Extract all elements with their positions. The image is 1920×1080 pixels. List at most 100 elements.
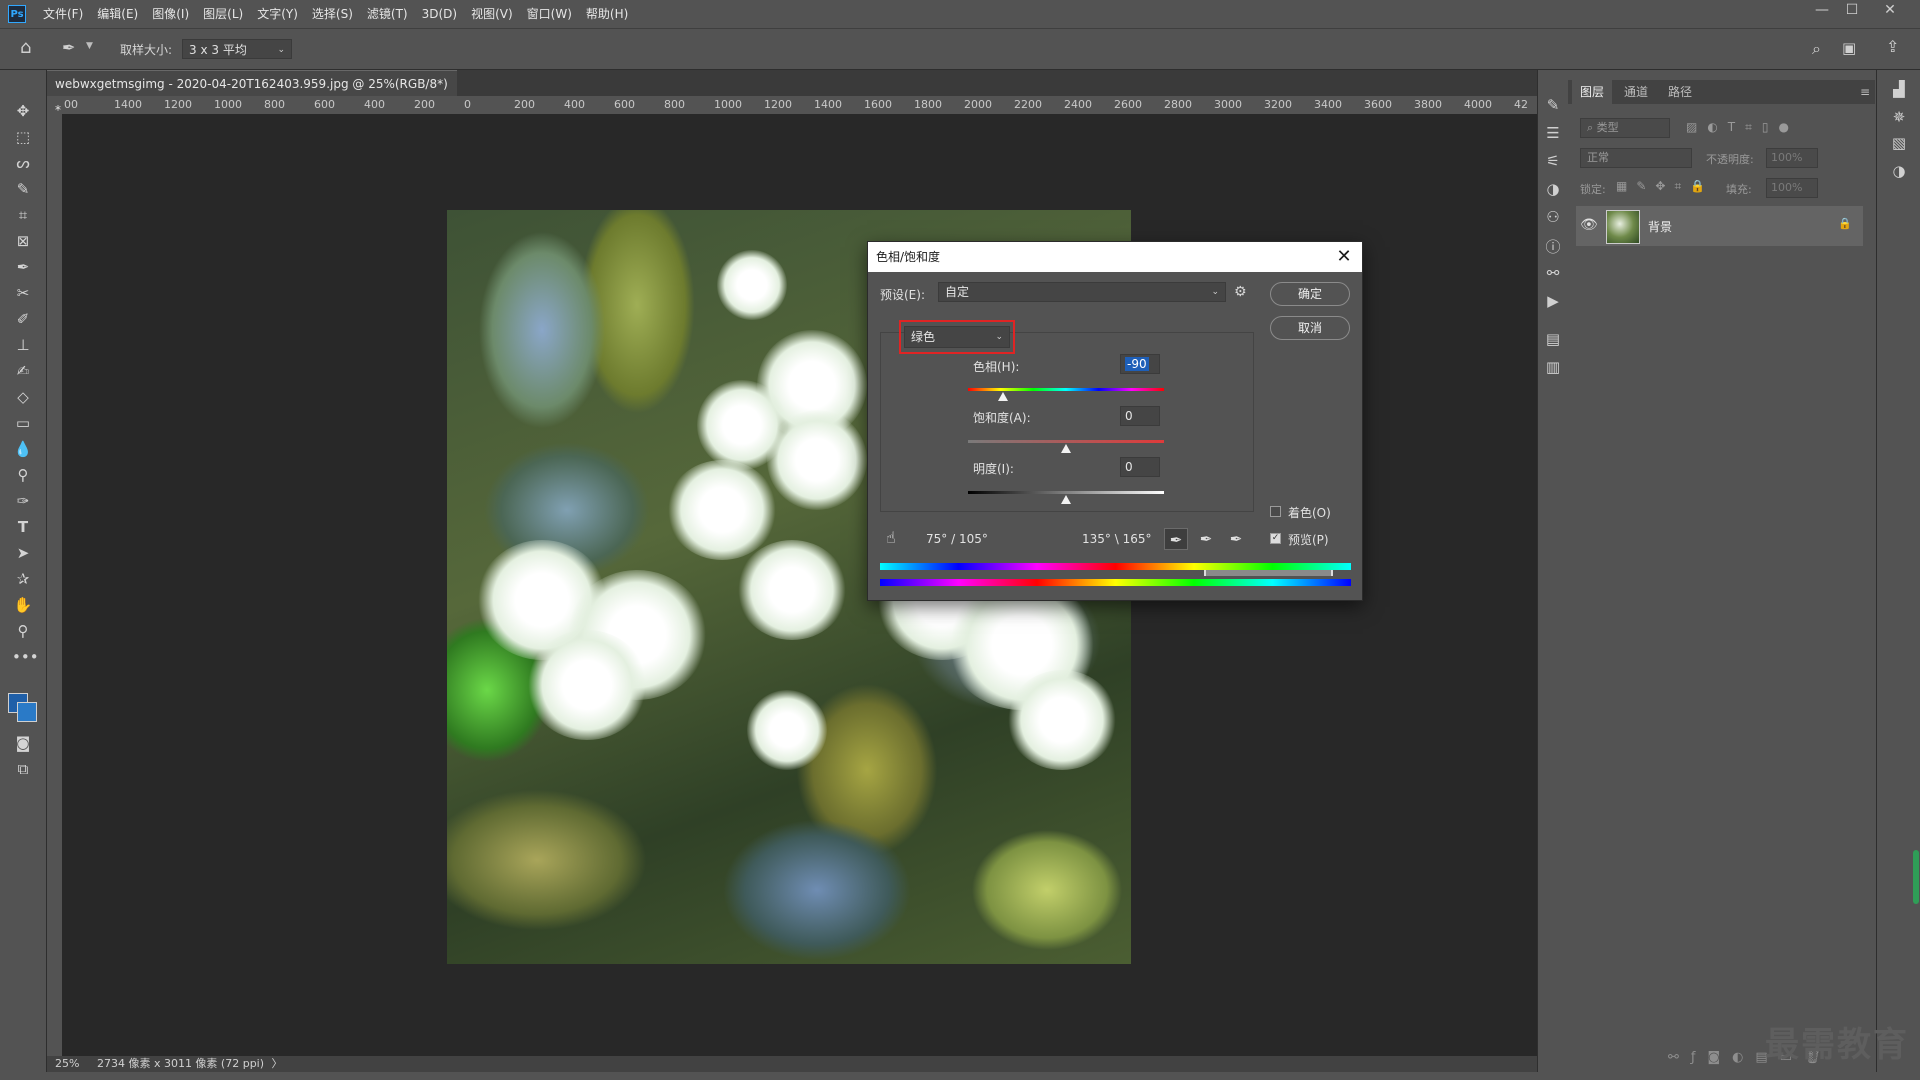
home-icon[interactable]: ⌂: [20, 37, 31, 58]
histogram-icon[interactable]: ▟: [1877, 80, 1920, 98]
gear-icon[interactable]: ⚙: [1234, 284, 1247, 300]
crop-tool-icon[interactable]: ⌗: [12, 204, 34, 226]
background-color-swatch[interactable]: [17, 702, 37, 722]
close-icon[interactable]: ✕: [1332, 245, 1356, 269]
hue-slider-track[interactable]: [968, 388, 1164, 391]
maximize-icon[interactable]: ☐: [1838, 0, 1866, 20]
saturation-slider-thumb[interactable]: [1061, 444, 1071, 453]
document-info[interactable]: 2734 像素 x 3011 像素 (72 ppi): [97, 1057, 264, 1070]
sliders-icon[interactable]: ☰: [1538, 124, 1568, 142]
quick-select-tool-icon[interactable]: ✎: [12, 178, 34, 200]
filter-type-select[interactable]: ⌕ 类型: [1580, 118, 1670, 138]
tab-channels[interactable]: 通道: [1616, 80, 1656, 104]
zoom-level[interactable]: 25%: [55, 1057, 79, 1070]
dodge-tool-icon[interactable]: ⚲: [12, 464, 34, 486]
libraries-icon[interactable]: ▧: [1877, 134, 1920, 152]
ok-button[interactable]: 确定: [1270, 282, 1350, 306]
lasso-tool-icon[interactable]: ᔕ: [12, 152, 34, 174]
colorize-checkbox[interactable]: [1270, 506, 1281, 517]
blend-mode-select[interactable]: 正常: [1580, 148, 1692, 168]
quick-mask-icon[interactable]: ◙: [12, 732, 34, 754]
eyedropper-tool-icon[interactable]: ✒: [12, 256, 34, 278]
menu-3d[interactable]: 3D(D): [415, 0, 464, 28]
play-icon[interactable]: ▶: [1538, 292, 1568, 310]
menu-edit[interactable]: 编辑(E): [90, 0, 145, 28]
document-tab[interactable]: webwxgetmsgimg - 2020-04-20T162403.959.j…: [47, 70, 457, 117]
eraser-tool-icon[interactable]: ◇: [12, 386, 34, 408]
type-tool-icon[interactable]: T: [12, 516, 34, 538]
eyedropper-icon[interactable]: ✒: [62, 38, 75, 57]
sample-size-select[interactable]: 3 x 3 平均 ⌄: [182, 39, 292, 59]
window-close-icon[interactable]: ✕: [1876, 0, 1904, 20]
actions-icon[interactable]: ⚇: [1538, 208, 1568, 226]
menu-type[interactable]: 文字(Y): [250, 0, 305, 28]
share-icon[interactable]: ⇪: [1886, 37, 1899, 56]
eye-icon[interactable]: 👁: [1580, 217, 1598, 233]
fill-input[interactable]: 100%: [1766, 178, 1818, 198]
screen-mode-icon[interactable]: ⧉: [12, 758, 34, 780]
chevron-down-icon[interactable]: ▼: [86, 41, 93, 51]
menu-layer[interactable]: 图层(L): [196, 0, 250, 28]
preset-select[interactable]: 自定 ⌄: [938, 282, 1226, 302]
lock-icons[interactable]: ▦✎✥⌗🔒: [1616, 179, 1714, 194]
menu-filter[interactable]: 滤镜(T): [360, 0, 415, 28]
zoom-tool-icon[interactable]: ⚲: [12, 620, 34, 642]
history-brush-icon[interactable]: ✍: [12, 360, 34, 382]
eyedropper-minus-icon[interactable]: ✒: [1224, 528, 1248, 550]
hand-tool-icon[interactable]: ✋: [12, 594, 34, 616]
opacity-input[interactable]: 100%: [1766, 148, 1818, 168]
hand-adjust-icon[interactable]: ☝: [886, 528, 896, 547]
brush-settings-icon[interactable]: ✎: [1538, 96, 1568, 114]
minimize-icon[interactable]: —: [1808, 0, 1836, 20]
chevron-right-icon[interactable]: 〉: [272, 1057, 283, 1070]
move-tool-icon[interactable]: ✥: [12, 100, 34, 122]
dialog-title-bar[interactable]: 色相/饱和度 ✕: [868, 242, 1362, 272]
hue-input[interactable]: -90: [1120, 354, 1160, 374]
layer-row[interactable]: 👁 背景 🔒: [1576, 206, 1863, 246]
eyedropper-icon[interactable]: ✒: [1164, 528, 1188, 550]
lightness-slider-thumb[interactable]: [1061, 495, 1071, 504]
saturation-slider-track[interactable]: [968, 440, 1164, 443]
menu-help[interactable]: 帮助(H): [579, 0, 635, 28]
notes-icon[interactable]: ▥: [1538, 358, 1568, 376]
more-tools-icon[interactable]: •••: [12, 646, 39, 668]
menu-file[interactable]: 文件(F): [36, 0, 90, 28]
info-icon[interactable]: ⓘ: [1538, 236, 1568, 257]
shape-tool-icon[interactable]: ✰: [12, 568, 34, 590]
channel-select[interactable]: 绿色 ⌄: [904, 326, 1010, 348]
clone-source-icon[interactable]: ◑: [1538, 180, 1568, 198]
pen-tool-icon[interactable]: ✑: [12, 490, 34, 512]
menu-image[interactable]: 图像(I): [145, 0, 196, 28]
adjustments-icon[interactable]: ◑: [1877, 162, 1920, 180]
marquee-tool-icon[interactable]: ⬚: [12, 126, 34, 148]
lightness-input[interactable]: 0: [1120, 457, 1160, 477]
cancel-button[interactable]: 取消: [1270, 316, 1350, 340]
healing-tool-icon[interactable]: ✂: [12, 282, 34, 304]
menu-window[interactable]: 窗口(W): [520, 0, 579, 28]
tab-paths[interactable]: 路径: [1660, 80, 1700, 104]
workspace-icon[interactable]: ▣: [1842, 39, 1856, 57]
adjust-icon[interactable]: ⚟: [1538, 152, 1568, 170]
hue-slider-thumb[interactable]: [998, 392, 1008, 401]
eyedropper-plus-icon[interactable]: ✒: [1194, 528, 1218, 550]
brush-tool-icon[interactable]: ✐: [12, 308, 34, 330]
menu-select[interactable]: 选择(S): [305, 0, 360, 28]
blur-tool-icon[interactable]: 💧: [12, 438, 34, 460]
path-select-tool-icon[interactable]: ➤: [12, 542, 34, 564]
panel-menu-icon[interactable]: ≡: [1852, 80, 1878, 104]
tab-layers[interactable]: 图层: [1572, 80, 1613, 104]
preview-checkbox[interactable]: ✓: [1270, 533, 1281, 544]
filter-icons[interactable]: ▨◐T⌗▯●: [1686, 120, 1799, 135]
stamp-tool-icon[interactable]: ⊥: [12, 334, 34, 356]
lightness-slider-track[interactable]: [968, 491, 1164, 494]
range-selector[interactable]: [1204, 570, 1333, 576]
gradient-tool-icon[interactable]: ▭: [12, 412, 34, 434]
frame-tool-icon[interactable]: ⊠: [12, 230, 34, 252]
layer-comps-icon[interactable]: ▤: [1538, 330, 1568, 348]
search-icon[interactable]: ⌕: [1812, 39, 1821, 59]
menu-view[interactable]: 视图(V): [464, 0, 520, 28]
layer-name[interactable]: 背景: [1648, 218, 1672, 235]
navigator-icon[interactable]: ✵: [1877, 108, 1920, 126]
paths-icon[interactable]: ⚯: [1538, 264, 1568, 282]
saturation-input[interactable]: 0: [1120, 406, 1160, 426]
